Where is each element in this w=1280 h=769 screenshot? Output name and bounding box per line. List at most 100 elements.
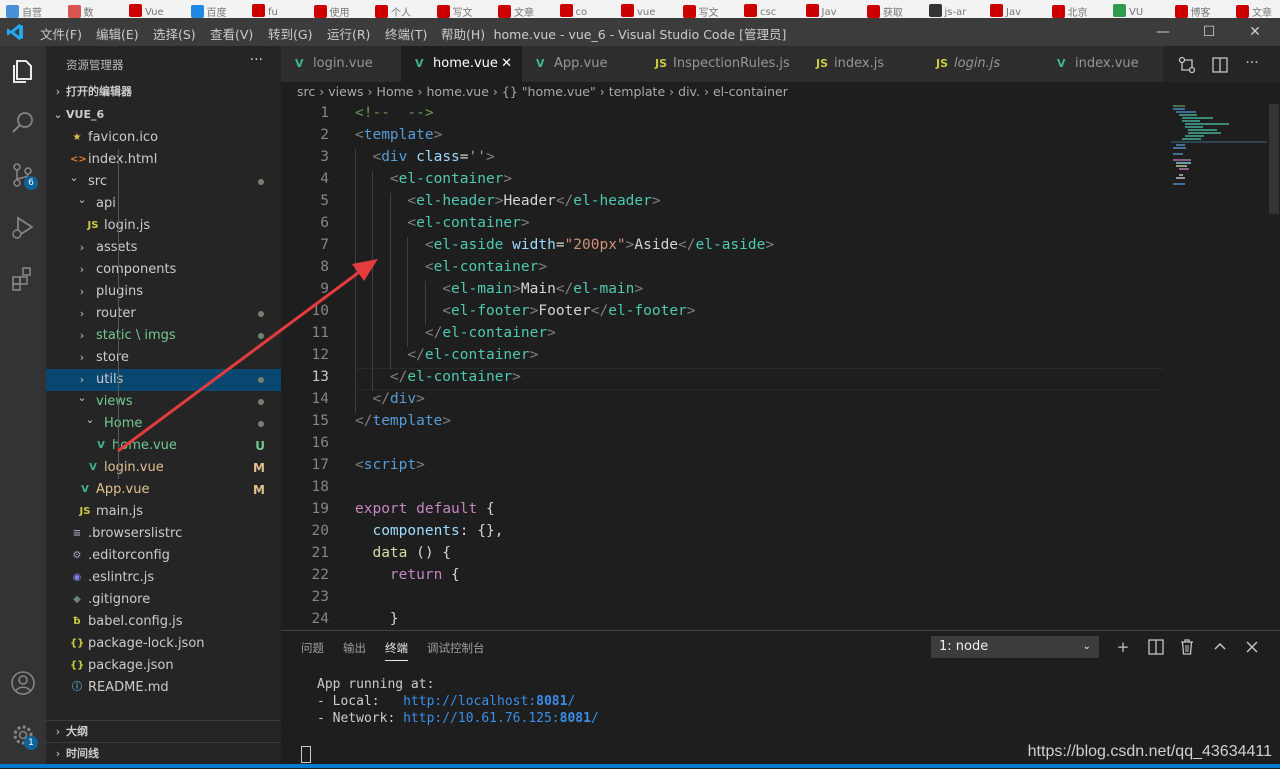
tab-login-js[interactable]: JS login.js [922,46,1044,82]
tree-item[interactable]: JS main.js [46,501,281,523]
kill-terminal-trash-icon[interactable] [1175,635,1199,659]
bookmark-item[interactable]: 北京 [1051,4,1088,18]
tree-item[interactable]: › static \ imgs [46,325,281,347]
search-icon[interactable] [8,108,38,138]
bookmark-item[interactable]: Jav [805,4,837,18]
breadcrumb-item[interactable]: template [609,84,665,99]
tree-item[interactable]: ≡ .browserslistrc [46,523,281,545]
tab-login-vue[interactable]: Vlogin.vue [281,46,402,82]
bookmark-item[interactable]: 自营 [6,4,42,18]
bookmark-item[interactable]: vue [621,4,655,18]
tree-item[interactable]: ⌄ Home [46,413,281,435]
close-window-button[interactable]: ✕ [1232,18,1278,46]
code-editor[interactable]: 1 2 3 4 5 6 7 8 9 10 11 12 13 14 15 16 17 18 19 20 21 22 23 24 … [281,104,1280,630]
tab-index-vue[interactable]: Vindex.vue [1043,46,1164,82]
panel-tab[interactable]: 输出 [343,640,366,656]
menu-item[interactable]: 编辑(E) [96,24,139,43]
tree-item[interactable]: {} package.json [46,655,281,677]
bookmark-item[interactable]: 百度 [190,4,227,18]
bookmark-item[interactable]: 数 [67,4,94,18]
local-slash[interactable]: / [567,694,575,709]
breadcrumb-item[interactable]: el-container [713,84,788,99]
bookmark-item[interactable]: 写文 [682,4,719,18]
menu-item[interactable]: 帮助(H) [441,24,485,43]
menu-item[interactable]: 转到(G) [268,24,312,43]
editor-more-actions-button[interactable]: ··· [1242,55,1262,75]
bookmark-item[interactable]: fu [252,4,278,18]
bookmark-item[interactable]: 个人 [375,4,411,18]
run-debug-icon[interactable] [8,212,38,242]
menu-item[interactable]: 文件(F) [40,24,82,43]
tree-item[interactable]: ◆ .gitignore [46,589,281,611]
breadcrumb-item[interactable]: {} "home.vue" [502,84,596,99]
minimap[interactable] [1171,104,1267,194]
menu-item[interactable]: 选择(S) [153,24,196,43]
tree-item[interactable]: <> index.html [46,149,281,171]
tree-item[interactable]: {} package-lock.json [46,633,281,655]
tree-item[interactable]: › components [46,259,281,281]
bookmark-item[interactable]: VU [1113,4,1143,18]
bookmark-item[interactable]: Jav [990,4,1021,18]
network-slash[interactable]: / [591,711,599,726]
tree-item[interactable]: › router [46,303,281,325]
timeline-section[interactable]: › 时间线 [46,742,281,765]
tree-item[interactable]: V App.vue M [46,479,281,501]
tree-item[interactable]: ★ favicon.ico [46,127,281,149]
tree-item[interactable]: ⚙ .editorconfig [46,545,281,567]
network-port[interactable]: 8081 [560,711,591,726]
maximize-button[interactable]: ☐ [1186,18,1232,46]
local-url[interactable]: http://localhost: [403,694,536,709]
bookmark-item[interactable]: 博客 [1174,4,1211,18]
breadcrumb-item[interactable]: div. [678,84,700,99]
new-terminal-button[interactable]: + [1111,635,1135,659]
tree-item[interactable]: Vhome.vue U [46,435,281,457]
close-tab-icon[interactable]: ✕ [501,46,512,82]
breadcrumb-item[interactable]: views [328,84,363,99]
tree-item[interactable]: ƀ babel.config.js [46,611,281,633]
bookmark-item[interactable]: 文章 [1236,4,1272,18]
local-port[interactable]: 8081 [536,694,567,709]
menu-item[interactable]: 终端(T) [385,24,427,43]
outline-section[interactable]: › 大纲 [46,720,281,743]
tree-item[interactable]: › store [46,347,281,369]
bookmark-item[interactable]: co [559,4,587,18]
panel-tab[interactable]: 调试控制台 [427,640,485,656]
tree-item[interactable]: ◉ .eslintrc.js [46,567,281,589]
breadcrumb-item[interactable]: Home [377,84,414,99]
menu-item[interactable]: 运行(R) [327,24,370,43]
breadcrumb-item[interactable]: home.vue [426,84,488,99]
project-section[interactable]: ⌄ VUE_6 [46,104,281,126]
maximize-panel-chevron-up-icon[interactable] [1208,635,1232,659]
menu-item[interactable]: 查看(V) [210,24,253,43]
bookmark-item[interactable]: 获取 [867,4,903,18]
editor-scrollbar[interactable] [1269,104,1279,214]
extensions-icon[interactable] [8,264,38,294]
accounts-icon[interactable] [8,668,38,698]
bookmark-item[interactable]: 使用 [313,4,350,18]
breadcrumb-item[interactable]: src [297,84,315,99]
tree-item[interactable]: › assets [46,237,281,259]
tree-item[interactable]: › plugins [46,281,281,303]
bookmark-item[interactable]: 写文 [436,4,473,18]
panel-tab[interactable]: 终端 [385,640,408,661]
tree-item[interactable]: ⌄ api [46,193,281,215]
split-editor-icon[interactable] [1210,55,1230,75]
tab-app-vue[interactable]: V App.vue [522,46,642,82]
open-editors-section[interactable]: › 打开的编辑器 [46,81,281,103]
tree-item[interactable]: ⓘ README.md [46,677,281,699]
tree-item[interactable]: Vlogin.vue M [46,457,281,479]
minimize-button[interactable]: — [1140,18,1186,46]
terminal-select[interactable]: 1: node ⌄ [931,636,1099,658]
tab-index-js[interactable]: JS index.js [802,46,923,82]
tree-item[interactable]: JS login.js [46,215,281,237]
close-panel-icon[interactable] [1240,635,1264,659]
bookmark-item[interactable]: js-ar [928,4,966,18]
bookmark-item[interactable]: 文章 [498,4,534,18]
explorer-icon[interactable] [8,56,38,86]
tab-home-vue[interactable]: Vhome.vue ✕ [401,46,523,82]
network-url[interactable]: http://10.61.76.125: [403,711,560,726]
bookmark-item[interactable]: csc [744,4,776,18]
split-terminal-icon[interactable] [1144,635,1168,659]
more-actions-button[interactable]: ··· [250,52,263,68]
bookmark-item[interactable]: Vue [129,4,164,18]
